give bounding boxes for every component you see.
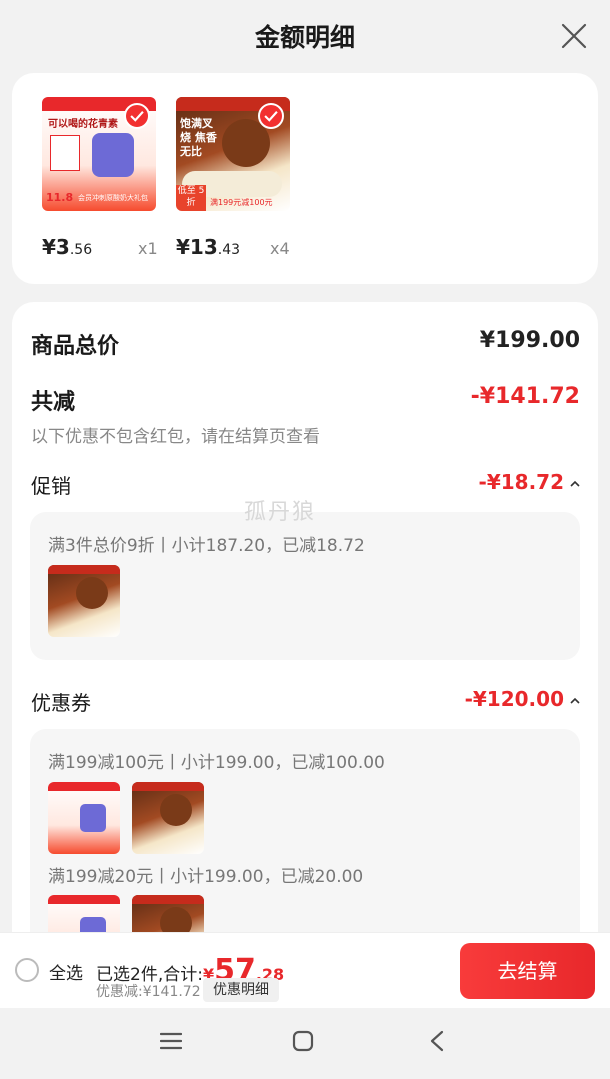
coupon-value: -¥120.00 <box>465 687 580 711</box>
select-all-radio[interactable] <box>15 958 39 982</box>
thumbnail-badge: 11.8 <box>46 191 74 204</box>
checkout-button[interactable]: 去结算 <box>460 943 595 999</box>
thumbnail-title: 饱满叉烧 焦香无比 <box>180 117 217 158</box>
product-price: ¥3.56 <box>42 235 93 259</box>
chevron-up-icon <box>570 697 580 704</box>
watermark: 孤丹狼 <box>244 500 317 525</box>
thumbnail-title: 可以喝的花青素 <box>48 119 118 130</box>
system-nav-bar <box>0 1008 610 1079</box>
reduction-row: 共减 -¥141.72 <box>31 384 580 416</box>
thumbnail-banner: 会员冲刺原酸奶大礼包 <box>78 194 148 202</box>
product-item[interactable]: 可以喝的花青素 11.8 会员冲刺原酸奶大礼包 ¥3.56 x1 <box>42 97 182 259</box>
thumbnail-badge: 低至 5折 <box>176 185 206 211</box>
menu-icon[interactable] <box>160 1030 182 1052</box>
promotion-line: 满3件总价9折丨小计187.20，已减18.72 <box>48 536 365 556</box>
product-qty: x1 <box>138 239 158 258</box>
coupon-line: 满199减20元丨小计199.00，已减20.00 <box>48 867 364 887</box>
total-price-value: ¥199.00 <box>479 328 580 353</box>
selected-check-icon <box>124 103 150 129</box>
reduction-value: -¥141.72 <box>470 384 580 409</box>
select-all-label[interactable]: 全选 <box>49 959 83 984</box>
promotion-product-thumbnail <box>48 565 120 637</box>
back-icon[interactable] <box>428 1030 446 1052</box>
selected-check-icon <box>258 103 284 129</box>
discount-detail-button[interactable]: 优惠明细 <box>203 978 279 1002</box>
product-price: ¥13.43 <box>176 235 241 259</box>
product-thumbnail: 可以喝的花青素 11.8 会员冲刺原酸奶大礼包 <box>42 97 156 211</box>
coupon-line: 满199减100元丨小计199.00，已减100.00 <box>48 753 385 773</box>
page-title: 金额明细 <box>254 23 355 52</box>
close-icon[interactable] <box>560 22 588 50</box>
discount-text: 优惠减:¥141.72 <box>96 984 201 1000</box>
amount-detail-card: 商品总价 ¥199.00 共减 -¥141.72 以下优惠不包含红包，请在结算页… <box>12 302 598 967</box>
promotion-detail-box: 满3件总价9折丨小计187.20，已减18.72 <box>30 512 580 660</box>
thumbnail-banner: 满199元减100元 <box>210 198 273 207</box>
product-item[interactable]: 饱满叉烧 焦香无比 低至 5折 满199元减100元 ¥13.43 x4 <box>176 97 316 259</box>
coupon-detail-box: 满199减100元丨小计199.00，已减100.00 满199减20元丨小计1… <box>30 729 580 967</box>
header: 金额明细 <box>0 0 610 72</box>
chevron-up-icon <box>570 480 580 487</box>
promotion-value: -¥18.72 <box>479 470 580 494</box>
total-price-row: 商品总价 ¥199.00 <box>31 328 580 360</box>
product-list-card: 可以喝的花青素 11.8 会员冲刺原酸奶大礼包 ¥3.56 x1 饱满叉烧 焦香… <box>12 73 598 284</box>
coupon-product-thumbnail <box>132 782 204 854</box>
coupon-product-thumbnail <box>48 782 120 854</box>
reduction-note: 以下优惠不包含红包，请在结算页查看 <box>31 427 320 447</box>
home-icon[interactable] <box>292 1030 314 1052</box>
product-qty: x4 <box>270 239 290 258</box>
coupon-row[interactable]: 优惠券 -¥120.00 <box>31 687 580 716</box>
product-thumbnail: 饱满叉烧 焦香无比 低至 5折 满199元减100元 <box>176 97 290 211</box>
checkout-bar: 全选 已选2件,合计:¥57.28 优惠减:¥141.72 优惠明细 去结算 <box>0 932 610 1008</box>
